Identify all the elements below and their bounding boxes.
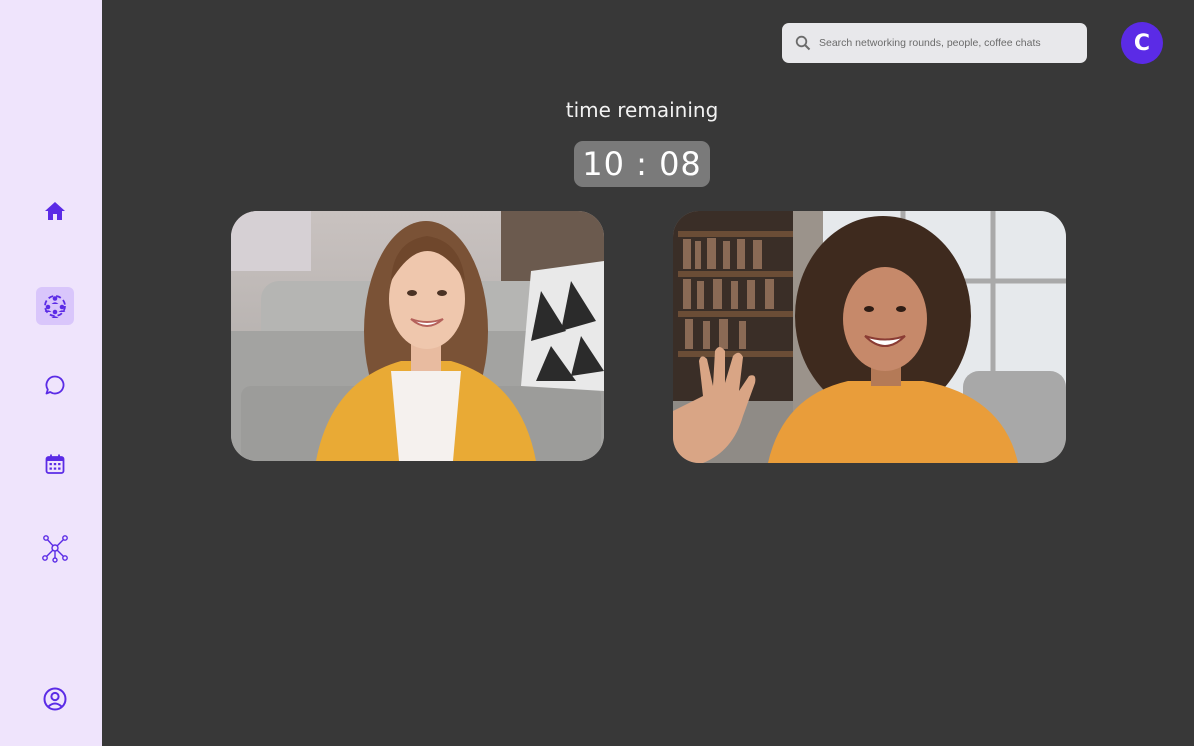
calendar-icon xyxy=(45,454,65,474)
nav-connections[interactable] xyxy=(36,529,74,567)
nav-chat[interactable] xyxy=(36,366,74,404)
participant-video-2[interactable] xyxy=(673,211,1066,463)
window-edge xyxy=(1194,0,1198,748)
chat-bubble-icon xyxy=(45,375,65,395)
timer-label: time remaining xyxy=(565,98,719,122)
nav-calendar[interactable] xyxy=(36,445,74,483)
sidebar xyxy=(0,0,102,746)
nav-networking-rounds[interactable] xyxy=(36,287,74,325)
video-feed-image xyxy=(673,211,1066,463)
people-network-icon xyxy=(44,295,66,318)
video-feed-image xyxy=(231,211,604,461)
countdown-timer: 10 : 08 xyxy=(574,141,710,187)
network-nodes-icon xyxy=(42,535,68,563)
search-input[interactable] xyxy=(819,37,1069,49)
search-icon xyxy=(795,35,811,51)
search-bar[interactable] xyxy=(782,23,1087,63)
participant-video-1[interactable] xyxy=(231,211,604,461)
nav-profile[interactable] xyxy=(36,680,74,718)
nav-home[interactable] xyxy=(36,192,74,230)
home-icon xyxy=(45,202,65,220)
user-circle-icon xyxy=(43,687,67,711)
avatar[interactable]: C xyxy=(1121,22,1163,64)
